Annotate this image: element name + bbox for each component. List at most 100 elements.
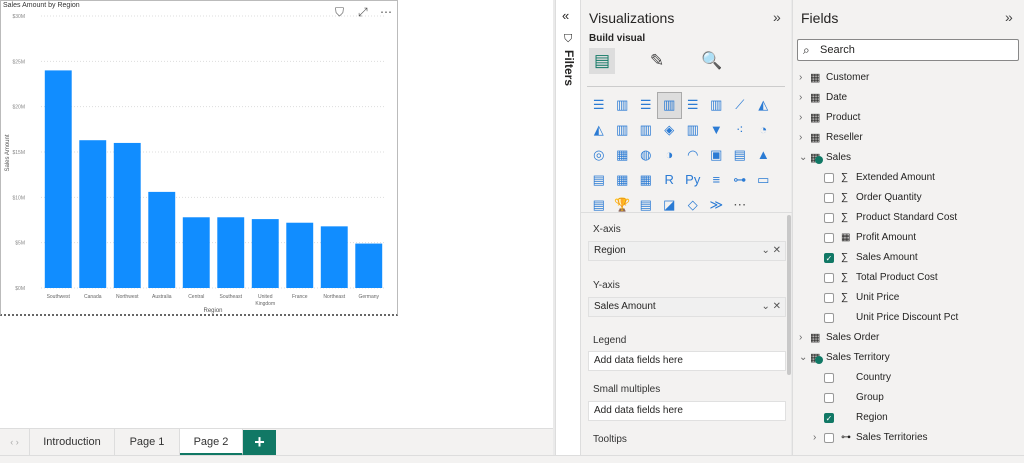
line-stacked-column-icon[interactable]: ▥ [611, 118, 635, 143]
donut-icon[interactable]: ◎ [587, 143, 611, 168]
filter-icon[interactable]: ⛉ [335, 5, 344, 20]
waterfall-icon[interactable]: ▥ [681, 118, 705, 143]
collapse-visualizations-icon[interactable]: » [773, 9, 781, 25]
100-column-icon[interactable]: ▥ [705, 93, 729, 118]
chevron-right-icon[interactable]: › [799, 128, 802, 148]
treemap-icon[interactable]: ▦ [611, 143, 635, 168]
scrollbar[interactable] [787, 215, 791, 375]
bar-chart-visual[interactable]: $0M $5M $10M $15M $20M $25M $30M Southwest Canad… [0, 0, 398, 316]
python-visual-icon[interactable]: Py [681, 168, 705, 193]
chevron-down-icon[interactable]: ⌄ [799, 148, 807, 168]
100-bar-icon[interactable]: ☰ [681, 93, 705, 118]
stacked-column-icon[interactable]: ▥ [611, 93, 635, 118]
field-item[interactable]: ⌄▦Sales [793, 148, 1023, 168]
area-icon[interactable]: ◭ [752, 93, 776, 118]
line-icon[interactable]: ⟋ [728, 93, 752, 118]
kpi-icon[interactable]: ▲ [752, 143, 776, 168]
more-options-icon[interactable]: ⋯ [380, 5, 392, 19]
field-item[interactable]: ▦ Profit Amount [793, 228, 1023, 248]
focus-mode-icon[interactable]: ⤢ [358, 5, 368, 20]
tab-page-2[interactable]: Page 2 [180, 429, 243, 456]
field-item[interactable]: › ▦ Customer [793, 68, 1023, 88]
field-item[interactable]: Unit Price Discount Pct [793, 308, 1023, 328]
field-item[interactable]: ⌄▦Sales Territory [793, 348, 1023, 368]
field-item[interactable]: › ⊶ Sales Territories [793, 428, 1023, 448]
power-automate-icon[interactable]: ≫ [705, 193, 729, 218]
field-checkbox[interactable] [824, 433, 834, 443]
tab-scroll-arrows[interactable]: ‹ › [0, 429, 30, 456]
chevron-right-icon[interactable]: › [799, 108, 802, 128]
r-visual-icon[interactable]: R [658, 168, 682, 193]
remove-field-icon[interactable]: ⌄ ✕ [761, 298, 781, 316]
smart-narrative-icon[interactable]: ▤ [587, 193, 611, 218]
add-page-button[interactable]: + [243, 430, 276, 455]
field-checkbox[interactable] [824, 173, 834, 183]
field-checkbox[interactable] [824, 193, 834, 203]
field-checkbox[interactable] [824, 313, 834, 323]
field-checkbox[interactable] [824, 393, 834, 403]
gauge-icon[interactable]: ◠ [681, 143, 705, 168]
azure-map-icon[interactable]: ◪ [658, 193, 682, 218]
field-checkbox[interactable] [824, 293, 834, 303]
field-checkbox[interactable] [824, 373, 834, 383]
table-icon[interactable]: ▦ [611, 168, 635, 193]
field-item[interactable]: ∑ Order Quantity [793, 188, 1023, 208]
search-input[interactable]: ⌕ Search [797, 39, 1019, 61]
card-icon[interactable]: ▣ [705, 143, 729, 168]
map-icon[interactable]: ◍ [634, 143, 658, 168]
key-influencers-icon[interactable]: ≡ [705, 168, 729, 193]
tab-page-1[interactable]: Page 1 [115, 429, 180, 456]
field-item[interactable]: ∑ Unit Price [793, 288, 1023, 308]
tab-introduction[interactable]: Introduction [30, 429, 115, 456]
collapse-fields-icon[interactable]: » [1005, 9, 1013, 25]
field-item[interactable]: ∑ Extended Amount [793, 168, 1023, 188]
matrix-icon[interactable]: ▦ [634, 168, 658, 193]
field-item[interactable]: ✓ Region [793, 408, 1023, 428]
clustered-bar-icon[interactable]: ☰ [634, 93, 658, 118]
decomposition-tree-icon[interactable]: ⊶ [728, 168, 752, 193]
stacked-area-icon[interactable]: ◭ [587, 118, 611, 143]
field-item[interactable]: ∑ Product Standard Cost [793, 208, 1023, 228]
small-multiples-well[interactable]: Add data fields here [588, 401, 786, 421]
format-visual-icon[interactable]: ✎ [644, 48, 670, 74]
stacked-bar-icon[interactable]: ☰ [587, 93, 611, 118]
chevron-right-icon[interactable]: › [799, 68, 802, 88]
power-apps-icon[interactable]: ◇ [681, 193, 705, 218]
slicer-icon[interactable]: ▤ [587, 168, 611, 193]
field-checkbox[interactable] [824, 273, 834, 283]
chevron-down-icon[interactable]: ⌄ [799, 348, 807, 368]
chevron-right-icon[interactable]: › [799, 88, 802, 108]
analytics-icon[interactable]: 🔍 [699, 48, 725, 74]
remove-field-icon[interactable]: ⌄ ✕ [761, 242, 781, 260]
field-item[interactable]: ∑ Total Product Cost [793, 268, 1023, 288]
field-item[interactable]: › ▦ Reseller [793, 128, 1023, 148]
field-checkbox[interactable]: ✓ [824, 413, 834, 423]
field-checkbox[interactable] [824, 233, 834, 243]
line-clustered-column-icon[interactable]: ▥ [634, 118, 658, 143]
field-item[interactable]: › ▦ Product [793, 108, 1023, 128]
pie-icon[interactable]: ◔ [752, 118, 776, 143]
clustered-column-icon[interactable]: ▥ [656, 92, 682, 119]
ribbon-icon[interactable]: ◈ [658, 118, 682, 143]
multi-row-card-icon[interactable]: ▤ [728, 143, 752, 168]
field-checkbox[interactable] [824, 213, 834, 223]
more-icon[interactable]: ⋯ [728, 193, 752, 218]
field-item[interactable]: › ▦ Date [793, 88, 1023, 108]
build-visual-icon[interactable]: ▤ [589, 48, 615, 74]
field-item[interactable]: ✓ ∑ Sales Amount [793, 248, 1023, 268]
field-item[interactable]: Group [793, 388, 1023, 408]
field-item[interactable]: Country [793, 368, 1023, 388]
chevron-right-icon[interactable]: › [799, 328, 802, 348]
chevron-right-icon[interactable]: › [813, 428, 816, 448]
funnel-icon[interactable]: ▼ [705, 118, 729, 143]
filters-pane-collapsed[interactable]: « ⛉ Filters [555, 0, 580, 455]
x-axis-well[interactable]: Region ⌄ ✕ [588, 241, 786, 261]
qa-icon[interactable]: ▭ [752, 168, 776, 193]
filled-map-icon[interactable]: ◑ [658, 143, 682, 168]
trophy-icon[interactable]: 🏆 [611, 193, 635, 218]
expand-filters-icon[interactable]: « [562, 8, 569, 23]
scatter-icon[interactable]: ⁖ [728, 118, 752, 143]
legend-well[interactable]: Add data fields here [588, 351, 786, 371]
y-axis-well[interactable]: Sales Amount ⌄ ✕ [588, 297, 786, 317]
field-checkbox[interactable]: ✓ [824, 253, 834, 263]
